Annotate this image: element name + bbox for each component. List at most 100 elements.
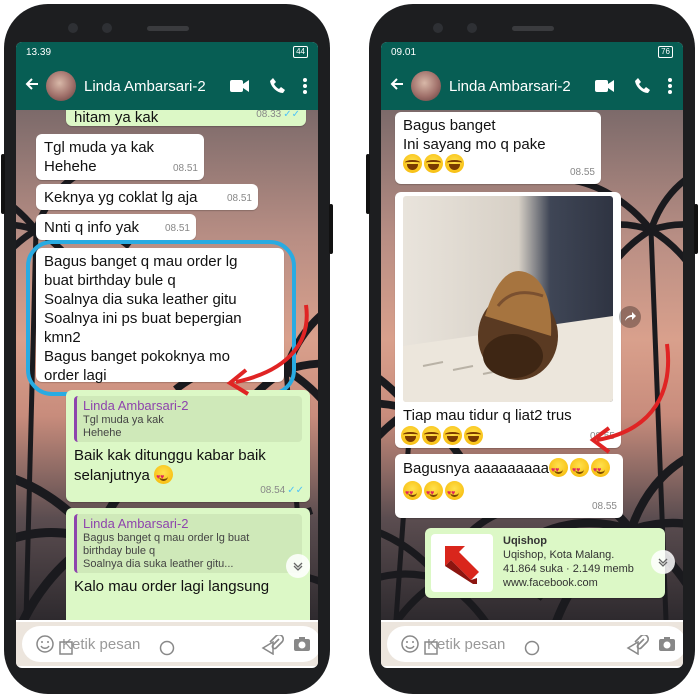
avatar[interactable] — [46, 71, 76, 101]
video-call-icon[interactable] — [593, 74, 617, 98]
read-ticks-icon: ✓✓ — [283, 110, 300, 120]
message-time: 08.51 — [164, 223, 190, 234]
message-time: 08.55 — [569, 167, 595, 178]
message-time: 08.51 — [172, 163, 198, 174]
message-outgoing-reply[interactable]: Linda Ambarsari-2 Bagus banget q mau ord… — [66, 508, 310, 620]
power-button — [329, 204, 333, 254]
laughing-emoji-icon — [422, 426, 441, 445]
laughing-emoji-icon — [443, 426, 462, 445]
link-desc: Uqishop, Kota Malang. — [503, 549, 615, 561]
link-title: Uqishop — [503, 535, 547, 547]
nav-back-icon[interactable] — [261, 640, 275, 660]
quote-text: birthday bule q — [83, 545, 156, 557]
contact-name[interactable]: Linda Ambarsari-2 — [84, 78, 214, 95]
chevron-down-icon[interactable] — [286, 554, 310, 578]
chat-area[interactable]: Bagus banget Ini sayang mo q pake 08.55 — [381, 110, 683, 620]
link-desc: 41.864 suka · 2.149 memb — [503, 563, 634, 575]
battery-icon: 44 — [293, 46, 308, 58]
quoted-message[interactable]: Linda Ambarsari-2 Bagus banget q mau ord… — [74, 514, 302, 573]
sensor-dot — [433, 23, 443, 33]
message-text: Baik kak ditunggu kabar baik — [74, 447, 266, 464]
quote-text: Tgl muda ya kak — [83, 414, 164, 426]
message-time: 08.54 — [260, 485, 286, 496]
more-vert-icon[interactable] — [665, 74, 675, 98]
red-arrow-logo-icon — [445, 546, 479, 584]
android-nav-bar — [16, 634, 318, 666]
message-time: 08.33 — [256, 110, 282, 120]
back-arrow-icon[interactable] — [24, 75, 42, 98]
message-incoming[interactable]: Keknya yg coklat lg aja 08.51 — [36, 184, 258, 210]
message-text: Tgl muda ya kak — [44, 139, 155, 156]
sensor-dot — [102, 23, 112, 33]
annotation-arrow — [226, 304, 309, 396]
volume-button — [366, 154, 370, 214]
sensor-dot — [68, 23, 78, 33]
phone-icon[interactable] — [631, 74, 655, 98]
message-text: Ini sayang mo q pake — [403, 136, 546, 153]
heart-eyes-emoji-icon — [548, 458, 568, 480]
nav-back-icon[interactable] — [626, 640, 640, 660]
volume-button — [1, 154, 5, 214]
laughing-emoji-icon — [401, 426, 420, 445]
message-text: Bagus banget — [403, 117, 496, 134]
quote-text: Bagus banget q mau order lg buat — [83, 532, 250, 544]
sensor-dot — [467, 23, 477, 33]
heart-eyes-emoji-icon — [445, 481, 464, 503]
chat-header: Linda Ambarsari-2 — [16, 62, 318, 110]
nav-recent-icon[interactable] — [424, 640, 438, 660]
status-time: 13.39 — [26, 46, 52, 58]
phone-icon[interactable] — [266, 74, 290, 98]
message-text: selanjutnya — [74, 467, 150, 484]
status-bar: 09.01 76 — [381, 42, 683, 62]
status-bar: 13.39 44 — [16, 42, 318, 62]
message-incoming[interactable]: Nnti q info yak 08.51 — [36, 214, 196, 240]
heart-eyes-emoji-icon — [590, 458, 610, 480]
heart-eyes-emoji-icon — [403, 481, 422, 503]
contact-name[interactable]: Linda Ambarsari-2 — [449, 78, 579, 95]
message-text: Bagusnya aaaaaaaaa — [403, 460, 549, 477]
chevron-down-icon[interactable] — [651, 550, 675, 574]
laughing-emoji-icon — [403, 154, 422, 173]
chat-area[interactable]: hitam ya kak 08.33 ✓✓ Tgl muda ya kak Heh… — [16, 110, 318, 620]
quote-text: Hehehe — [83, 427, 122, 439]
laughing-emoji-icon — [445, 154, 464, 173]
message-time: 08.55 — [591, 501, 617, 512]
laughing-emoji-icon — [424, 154, 443, 173]
message-incoming[interactable]: Tgl muda ya kak Hehehe 08.51 — [36, 134, 204, 180]
status-icons: 76 — [658, 46, 673, 58]
message-incoming[interactable]: Bagusnya aaaaaaaaa 08.55 — [395, 454, 623, 518]
quote-author: Linda Ambarsari-2 — [83, 516, 189, 531]
laughing-emoji-icon — [464, 426, 483, 445]
annotation-arrow — [589, 343, 671, 454]
chat-header: Linda Ambarsari-2 — [381, 62, 683, 110]
message-outgoing[interactable]: hitam ya kak 08.33 ✓✓ — [66, 110, 306, 126]
nav-home-icon[interactable] — [524, 640, 540, 661]
avatar[interactable] — [411, 71, 441, 101]
video-call-icon[interactable] — [228, 74, 252, 98]
message-incoming[interactable]: Bagus banget Ini sayang mo q pake 08.55 — [395, 112, 601, 184]
nav-recent-icon[interactable] — [59, 640, 73, 660]
status-icons: 44 — [293, 46, 308, 58]
quote-text: Soalnya dia suka leather gitu... — [83, 558, 234, 570]
image-caption: Tiap mau tidur q liat2 trus — [403, 407, 572, 424]
message-time: 08.51 — [226, 193, 252, 204]
message-text: Nnti q info yak — [44, 219, 140, 236]
link-thumbnail — [431, 534, 493, 592]
back-arrow-icon[interactable] — [389, 75, 407, 98]
battery-icon: 76 — [658, 46, 673, 58]
heart-eyes-emoji-icon — [569, 458, 589, 480]
forward-icon[interactable] — [619, 306, 641, 328]
screen: 13.39 44 Linda Ambarsari-2 hitam ya kak … — [16, 42, 318, 668]
phone-left: 13.39 44 Linda Ambarsari-2 hitam ya kak … — [1, 4, 333, 694]
screen: 09.01 76 Linda Ambarsari-2 Bagus banget … — [381, 42, 683, 668]
message-text: hitam ya kak — [74, 110, 159, 126]
message-text: Kalo mau order lagi langsung — [74, 578, 270, 595]
earpiece — [512, 26, 554, 31]
android-nav-bar — [381, 634, 683, 666]
more-vert-icon[interactable] — [300, 74, 310, 98]
nav-home-icon[interactable] — [159, 640, 175, 661]
link-preview-card[interactable]: Uqishop Uqishop, Kota Malang. 41.864 suk… — [425, 528, 665, 598]
heart-eyes-emoji-icon — [154, 465, 174, 487]
power-button — [694, 204, 698, 254]
message-text: Keknya yg coklat lg aja — [44, 189, 198, 206]
